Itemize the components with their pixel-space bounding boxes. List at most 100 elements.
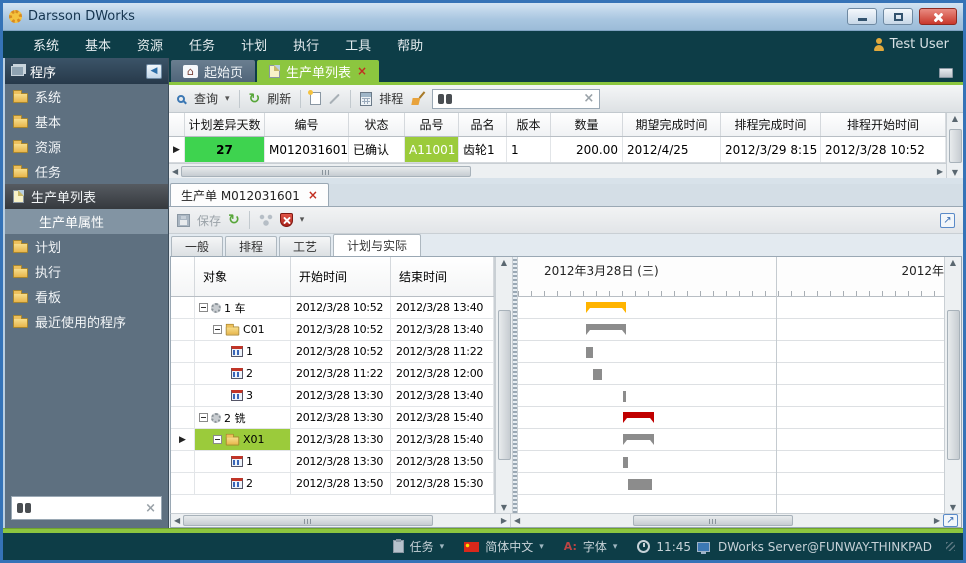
menu-item-system[interactable]: 系统: [33, 35, 59, 54]
col-code[interactable]: 编号: [265, 113, 349, 136]
col-item-name[interactable]: 品名: [459, 113, 507, 136]
scroll-thumb[interactable]: [498, 310, 511, 460]
tree-row[interactable]: 2 2012/3/28 13:50 2012/3/28 15:30: [171, 473, 494, 495]
scroll-thumb[interactable]: [633, 515, 793, 526]
tab-plan-vs-actual[interactable]: 计划与实际: [333, 234, 421, 256]
collapse-box-icon[interactable]: [199, 413, 208, 422]
gantt-bar[interactable]: [586, 302, 626, 308]
tab-production-order-list[interactable]: 生产单列表 ×: [257, 60, 379, 82]
menu-item-basic[interactable]: 基本: [85, 35, 111, 54]
collapse-box-icon[interactable]: [213, 325, 222, 334]
menu-item-task[interactable]: 任务: [189, 35, 215, 54]
pin-panel-icon[interactable]: [939, 68, 953, 78]
new-document-icon[interactable]: [310, 92, 321, 105]
sidebar-item-task[interactable]: 任务: [5, 159, 168, 184]
tab-process[interactable]: 工艺: [279, 236, 331, 256]
query-button[interactable]: 查询: [194, 90, 218, 107]
sidebar-item-basic[interactable]: 基本: [5, 109, 168, 134]
workflow-icon[interactable]: [259, 214, 273, 226]
cancel-shield-icon[interactable]: [280, 213, 293, 227]
sidebar-collapse-button[interactable]: ◀: [146, 64, 162, 79]
tree-row[interactable]: 2 2012/3/28 11:22 2012/3/28 12:00: [171, 363, 494, 385]
status-language[interactable]: 简体中文: [485, 538, 533, 555]
scroll-thumb[interactable]: [949, 129, 962, 163]
menu-item-tools[interactable]: 工具: [345, 35, 371, 54]
tree-row[interactable]: 3 2012/3/28 13:30 2012/3/28 13:40: [171, 385, 494, 407]
status-font[interactable]: 字体: [583, 538, 607, 555]
gantt-bar[interactable]: [623, 391, 625, 402]
gantt-bar[interactable]: [623, 457, 628, 468]
gantt-bar[interactable]: [586, 324, 626, 330]
tab-general[interactable]: 一般: [171, 236, 223, 256]
tree-row[interactable]: 2 铣 2012/3/28 13:30 2012/3/28 15:40: [171, 407, 494, 429]
restore-button[interactable]: [883, 8, 913, 25]
refresh-button[interactable]: 刷新: [267, 90, 291, 107]
shield-dropdown-icon[interactable]: ▾: [300, 215, 305, 225]
col-start-time[interactable]: 开始时间: [291, 257, 391, 296]
col-qty[interactable]: 数量: [551, 113, 623, 136]
query-dropdown-icon[interactable]: ▾: [225, 94, 230, 104]
clear-search-icon[interactable]: ×: [145, 501, 156, 516]
grid-hscrollbar[interactable]: ◀ ▶: [169, 163, 946, 178]
schedule-button[interactable]: 排程: [379, 90, 403, 107]
col-end-time[interactable]: 结束时间: [391, 257, 494, 296]
gantt-bar[interactable]: [593, 369, 602, 380]
collapse-box-icon[interactable]: [199, 303, 208, 312]
col-expected-finish[interactable]: 期望完成时间: [623, 113, 721, 136]
sidebar-item-system[interactable]: 系统: [5, 84, 168, 109]
col-status[interactable]: 状态: [349, 113, 405, 136]
col-sched-start[interactable]: 排程开始时间: [821, 113, 946, 136]
collapse-box-icon[interactable]: [213, 435, 222, 444]
status-task[interactable]: 任务: [410, 538, 434, 555]
menu-item-execute[interactable]: 执行: [293, 35, 319, 54]
sidebar-item-production-order-props[interactable]: 生产单属性: [5, 209, 168, 234]
col-sched-finish[interactable]: 排程完成时间: [721, 113, 821, 136]
refresh-icon[interactable]: ↻: [228, 214, 240, 226]
close-button[interactable]: [919, 8, 957, 25]
broom-icon[interactable]: [410, 91, 425, 106]
sidebar-search-input[interactable]: [35, 500, 141, 516]
detail-doc-tab[interactable]: 生产单 M012031601 ×: [170, 183, 329, 206]
expand-gantt-icon[interactable]: ↗: [943, 514, 958, 527]
tree-row[interactable]: 1 车 2012/3/28 10:52 2012/3/28 13:40: [171, 297, 494, 319]
tree-vscrollbar[interactable]: ▲ ▼: [495, 257, 512, 513]
edit-pencil-icon[interactable]: [329, 93, 340, 104]
scroll-thumb[interactable]: [181, 166, 471, 177]
open-external-icon[interactable]: ↗: [940, 213, 955, 228]
sidebar-item-recent-programs[interactable]: 最近使用的程序: [5, 309, 168, 334]
grid-row[interactable]: ▶ 27 M012031601 已确认 A11001 齿轮1 1 200.00 …: [169, 137, 946, 163]
tab-schedule[interactable]: 排程: [225, 236, 277, 256]
sidebar-item-execute[interactable]: 执行: [5, 259, 168, 284]
gantt-hscrollbar[interactable]: ◀ ▶ ↗: [511, 514, 961, 527]
col-item-no[interactable]: 品号: [405, 113, 459, 136]
col-diff-days[interactable]: 计划差异天数: [185, 113, 265, 136]
sidebar-item-kanban[interactable]: 看板: [5, 284, 168, 309]
tree-hscrollbar[interactable]: ◀ ▶: [171, 514, 511, 527]
gantt-bar[interactable]: [623, 434, 654, 440]
col-version[interactable]: 版本: [507, 113, 551, 136]
minimize-button[interactable]: [847, 8, 877, 25]
close-tab-icon[interactable]: ×: [357, 64, 367, 78]
save-button[interactable]: 保存: [197, 212, 221, 229]
menu-item-help[interactable]: 帮助: [397, 35, 423, 54]
tree-row[interactable]: 1 2012/3/28 10:52 2012/3/28 11:22: [171, 341, 494, 363]
clear-filter-icon[interactable]: ×: [583, 91, 594, 106]
gantt-bar[interactable]: [628, 479, 652, 490]
col-object[interactable]: 对象: [195, 257, 291, 296]
grid-vscrollbar[interactable]: ▲ ▼: [946, 113, 963, 178]
sidebar-item-resource[interactable]: 资源: [5, 134, 168, 159]
grid-filter-input[interactable]: [456, 91, 579, 107]
current-user[interactable]: Test User: [873, 37, 949, 52]
tree-row-selected[interactable]: ▶ X01 2012/3/28 13:30 2012/3/28 15:40: [171, 429, 494, 451]
tree-row[interactable]: 1 2012/3/28 13:30 2012/3/28 13:50: [171, 451, 494, 473]
scroll-thumb[interactable]: [947, 310, 960, 460]
sidebar-item-plan[interactable]: 计划: [5, 234, 168, 259]
resize-grip[interactable]: [946, 542, 955, 551]
menu-item-resource[interactable]: 资源: [137, 35, 163, 54]
gantt-vscrollbar[interactable]: ▲ ▼: [944, 257, 961, 513]
tree-row[interactable]: C01 2012/3/28 10:52 2012/3/28 13:40: [171, 319, 494, 341]
gantt-bar[interactable]: [623, 412, 654, 418]
gantt-bar[interactable]: [586, 347, 593, 358]
sidebar-item-production-order-list[interactable]: 生产单列表: [5, 184, 168, 209]
menu-item-plan[interactable]: 计划: [241, 35, 267, 54]
